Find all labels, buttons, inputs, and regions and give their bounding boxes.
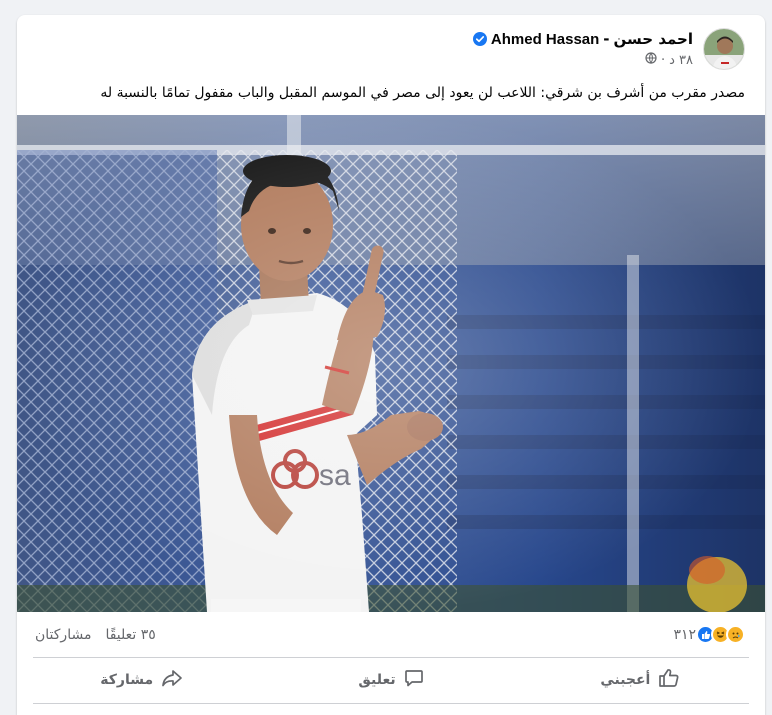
reaction-icons xyxy=(696,625,745,644)
actions-divider-top xyxy=(33,657,749,658)
share-button[interactable]: مشاركة xyxy=(17,660,266,700)
like-label: أعجبني xyxy=(600,672,651,688)
verified-badge-icon xyxy=(472,32,487,46)
thumbs-up-icon xyxy=(658,668,680,692)
post-card: احمد حسن - Ahmed Hassan ٣٨ د · مصدر مقرب… xyxy=(17,15,765,715)
reactions-summary[interactable]: ٣١٢ xyxy=(673,625,745,644)
author-avatar[interactable] xyxy=(703,28,745,70)
sad-reaction-icon xyxy=(726,625,745,644)
reactions-count: ٣١٢ xyxy=(673,626,696,643)
author-separator: - xyxy=(603,30,610,48)
post-meta: ٣٨ د · xyxy=(645,52,693,68)
shares-count[interactable]: مشاركتان xyxy=(35,627,91,643)
globe-icon xyxy=(645,52,657,68)
engagement-counts: ٣٥ تعليقًا مشاركتان xyxy=(35,627,156,643)
post-text: مصدر مقرب من أشرف بن شرقي: اللاعب لن يعو… xyxy=(100,85,745,101)
author-line: احمد حسن - Ahmed Hassan xyxy=(472,30,693,48)
author-name[interactable]: احمد حسن xyxy=(614,30,693,48)
page-name[interactable]: Ahmed Hassan xyxy=(491,31,599,48)
post-photo[interactable]: sa xyxy=(17,115,765,612)
meta-dot: · xyxy=(660,52,666,68)
post-actions: أعجبني تعليق مشاركة xyxy=(17,660,765,700)
reactions-row: ٣١٢ ٣٥ تعليقًا مشاركتان xyxy=(17,617,765,653)
comment-bubble-icon xyxy=(404,668,424,692)
comments-count[interactable]: ٣٥ تعليقًا xyxy=(105,627,155,643)
actions-divider-bottom xyxy=(33,703,749,704)
post-time[interactable]: ٣٨ د xyxy=(669,53,693,68)
comment-button[interactable]: تعليق xyxy=(266,660,515,700)
comment-label: تعليق xyxy=(358,672,396,688)
like-button[interactable]: أعجبني xyxy=(516,660,765,700)
post-header: احمد حسن - Ahmed Hassan ٣٨ د · مصدر مقرب… xyxy=(17,15,765,101)
share-label: مشاركة xyxy=(100,672,154,688)
share-arrow-icon xyxy=(161,668,183,692)
